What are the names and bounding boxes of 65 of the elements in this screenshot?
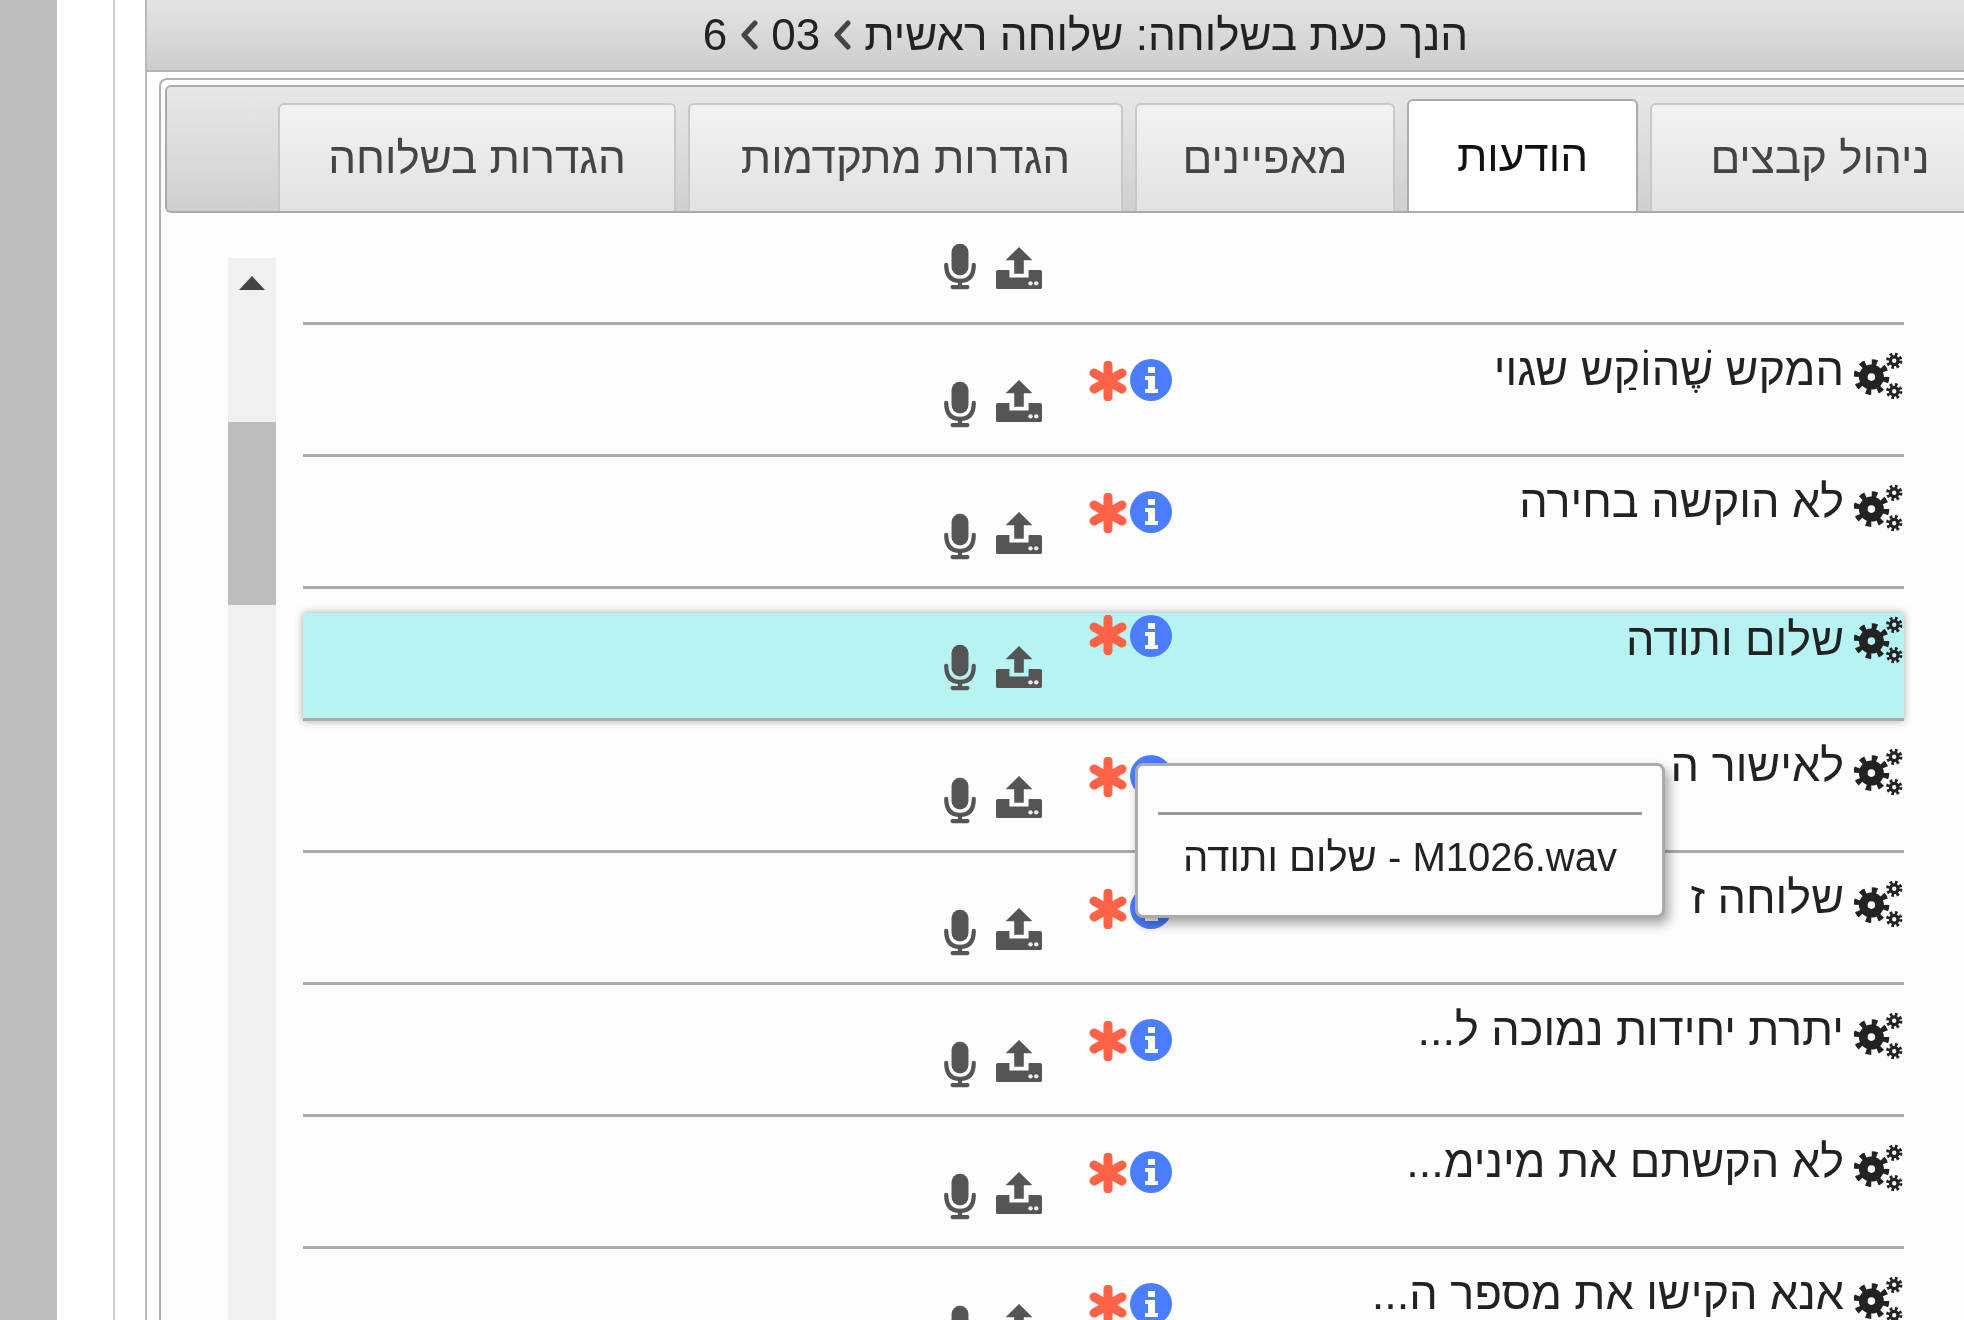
microphone-icon[interactable] xyxy=(942,380,978,430)
message-name: שלום ותודה xyxy=(1626,615,1844,665)
upload-icon[interactable] xyxy=(996,1169,1042,1217)
gears-icon[interactable] xyxy=(1854,615,1904,665)
tab[interactable]: מאפיינים xyxy=(1135,103,1395,211)
message-name: אנא הקישו את מספר ה... xyxy=(1371,1269,1844,1319)
scroll-up-icon[interactable] xyxy=(239,276,265,290)
message-name: שלוחה ז xyxy=(1690,873,1844,923)
message-name: לא הוקשה בחירה xyxy=(1519,477,1844,527)
microphone-icon[interactable] xyxy=(942,1040,978,1090)
gears-icon[interactable] xyxy=(1854,747,1904,797)
gears-icon[interactable] xyxy=(1854,1275,1904,1320)
tab[interactable]: הגדרות בשלוחה xyxy=(278,103,676,211)
asterisk-icon xyxy=(1088,615,1128,655)
gears-icon[interactable] xyxy=(1854,351,1904,401)
breadcrumb-item: הנך כעת בשלוחה: שלוחה ראשית xyxy=(864,10,1469,60)
asterisk-icon xyxy=(1088,361,1128,401)
asterisk-icon xyxy=(1088,493,1128,533)
upload-icon[interactable] xyxy=(996,773,1042,821)
upload-icon[interactable] xyxy=(996,244,1042,292)
upload-icon[interactable] xyxy=(996,509,1042,557)
message-row[interactable]: המקש שֶׁהוֹקַש שגוי xyxy=(303,325,1904,457)
tab[interactable]: ניהול קבצים xyxy=(1650,103,1964,211)
scrollbar-thumb[interactable] xyxy=(228,422,276,605)
gears-icon[interactable] xyxy=(1854,483,1904,533)
asterisk-icon xyxy=(1088,1285,1128,1320)
asterisk-icon xyxy=(1088,889,1128,929)
message-row[interactable]: שלום ותודה xyxy=(303,613,1904,721)
microphone-icon[interactable] xyxy=(942,242,978,292)
upload-icon[interactable] xyxy=(996,377,1042,425)
message-name: לאישור ה xyxy=(1670,741,1844,791)
info-icon[interactable] xyxy=(1130,1283,1172,1320)
upload-icon[interactable] xyxy=(996,1037,1042,1085)
message-row[interactable]: יתרת יחידות נמוכה ל... xyxy=(303,985,1904,1117)
message-name: לא הקשתם את מינימ... xyxy=(1406,1137,1844,1187)
microphone-icon[interactable] xyxy=(942,776,978,826)
tab[interactable]: הגדרות מתקדמות xyxy=(688,103,1123,211)
info-icon[interactable] xyxy=(1130,359,1172,401)
asterisk-icon xyxy=(1088,757,1128,797)
breadcrumb-item[interactable]: 03 xyxy=(771,10,821,60)
message-name: יתרת יחידות נמוכה ל... xyxy=(1417,1005,1844,1055)
upload-icon[interactable] xyxy=(996,905,1042,953)
tab[interactable]: הודעות xyxy=(1407,99,1638,211)
microphone-icon[interactable] xyxy=(942,908,978,958)
message-name: המקש שֶׁהוֹקַש שגוי xyxy=(1493,345,1844,395)
microphone-icon[interactable] xyxy=(942,1172,978,1222)
breadcrumb-item[interactable]: 6 xyxy=(702,10,728,60)
microphone-icon[interactable] xyxy=(942,512,978,562)
chevron-left-icon xyxy=(739,20,760,50)
chevron-left-icon xyxy=(832,20,853,50)
upload-icon[interactable] xyxy=(996,643,1042,691)
asterisk-icon xyxy=(1088,1153,1128,1193)
gears-icon[interactable] xyxy=(1854,879,1904,929)
microphone-icon[interactable] xyxy=(942,643,978,693)
gears-icon[interactable] xyxy=(1854,1011,1904,1061)
info-icon[interactable] xyxy=(1130,1151,1172,1193)
message-row[interactable]: לא הוקשה בחירה xyxy=(303,457,1904,589)
asterisk-icon xyxy=(1088,1021,1128,1061)
info-icon[interactable] xyxy=(1130,491,1172,533)
message-row[interactable]: אנא הקישו את מספר ה... xyxy=(303,1249,1904,1320)
message-row[interactable]: לא הקשתם את מינימ... xyxy=(303,1117,1904,1249)
info-icon[interactable] xyxy=(1130,1019,1172,1061)
gears-icon[interactable] xyxy=(1854,1143,1904,1193)
scrollbar[interactable] xyxy=(228,258,276,1320)
info-icon[interactable] xyxy=(1130,615,1172,657)
